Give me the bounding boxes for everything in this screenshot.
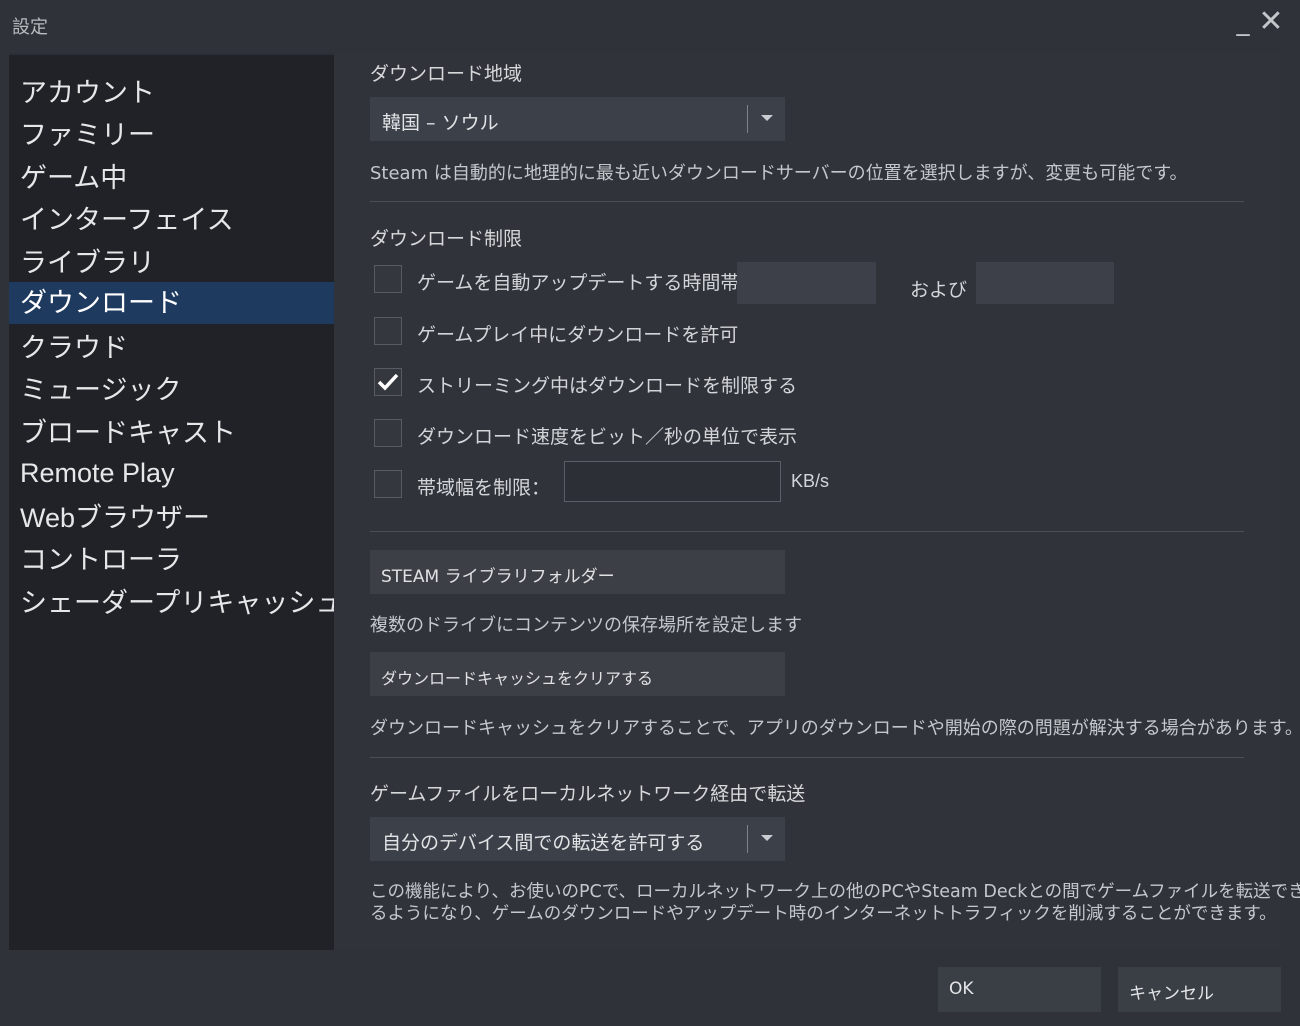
allow-during-gameplay-label: ゲームプレイ中にダウンロードを許可 bbox=[417, 324, 739, 346]
local-transfer-value: 自分のデバイス間での転送を許可する bbox=[382, 832, 705, 854]
download-region-description: Steam は自動的に地理的に最も近いダウンロードサーバーの位置を選択しますが、… bbox=[370, 163, 1188, 184]
limit-bandwidth-label: 帯域幅を制限： bbox=[417, 477, 551, 499]
auto-update-label: ゲームを自動アップデートする時間帯： bbox=[417, 272, 759, 294]
title-bar: 設定 _ ✕ bbox=[0, 0, 1300, 48]
dropdown-separator bbox=[747, 825, 748, 853]
local-transfer-description-line2: るようになり、ゲームのダウンロードやアップデート時のインターネットトラフィックを… bbox=[370, 904, 1277, 924]
cancel-button[interactable]: キャンセル bbox=[1118, 967, 1281, 1012]
section-divider bbox=[370, 757, 1244, 758]
clear-download-cache-label: ダウンロードキャッシュをクリアする bbox=[381, 669, 654, 688]
sidebar-item-broadcast[interactable]: ブロードキャスト bbox=[9, 412, 334, 454]
sidebar-item-controller[interactable]: コントローラ bbox=[9, 539, 334, 581]
settings-sidebar: アカウント ファミリー ゲーム中 インターフェイス ライブラリ ダウンロード ク… bbox=[9, 53, 342, 950]
window-title: 設定 bbox=[12, 17, 48, 38]
ok-button[interactable]: OK bbox=[938, 967, 1101, 1012]
sidebar-item-account[interactable]: アカウント bbox=[9, 72, 334, 114]
sidebar-item-family[interactable]: ファミリー bbox=[9, 114, 334, 156]
throttle-streaming-checkbox[interactable] bbox=[374, 368, 402, 396]
and-label: および bbox=[910, 279, 968, 301]
sidebar-item-library[interactable]: ライブラリ bbox=[9, 242, 334, 284]
bandwidth-input[interactable] bbox=[564, 461, 781, 502]
sidebar-item-cloud[interactable]: クラウド bbox=[9, 327, 334, 369]
clear-cache-description: ダウンロードキャッシュをクリアすることで、アプリのダウンロードや開始の際の問題が… bbox=[370, 718, 1300, 739]
auto-update-end-input[interactable] bbox=[976, 262, 1114, 304]
sidebar-item-interface[interactable]: インターフェイス bbox=[9, 199, 334, 241]
auto-update-window-option[interactable]: ゲームを自動アップデートする時間帯： bbox=[374, 265, 758, 295]
throttle-streaming-label: ストリーミング中はダウンロードを制限する bbox=[417, 375, 798, 397]
section-divider bbox=[370, 531, 1244, 532]
steam-library-folders-button[interactable]: STEAM ライブラリフォルダー bbox=[370, 550, 785, 594]
auto-update-start-input[interactable] bbox=[737, 262, 876, 304]
allow-during-gameplay-checkbox[interactable] bbox=[374, 317, 402, 345]
downloads-panel: ダウンロード地域 韓国 – ソウル Steam は自動的に地理的に最も近いダウン… bbox=[334, 53, 1300, 950]
checkmark-icon bbox=[377, 373, 399, 391]
sidebar-item-web-browser[interactable]: Webブラウザー bbox=[9, 497, 334, 539]
show-bits-label: ダウンロード速度をビット／秒の単位で表示 bbox=[417, 426, 798, 448]
throttle-streaming-option[interactable]: ストリーミング中はダウンロードを制限する bbox=[374, 368, 797, 398]
download-region-value: 韓国 – ソウル bbox=[382, 112, 499, 134]
ok-label: OK bbox=[949, 979, 974, 999]
library-folders-description: 複数のドライブにコンテンツの保存場所を設定します bbox=[370, 615, 802, 636]
panel-background bbox=[334, 53, 1281, 950]
section-divider bbox=[370, 201, 1244, 202]
sidebar-item-in-game[interactable]: ゲーム中 bbox=[9, 157, 334, 199]
steam-library-folders-label: STEAM ライブラリフォルダー bbox=[381, 567, 615, 587]
chevron-down-icon bbox=[761, 835, 773, 841]
download-region-dropdown[interactable]: 韓国 – ソウル bbox=[370, 97, 785, 141]
download-limits-title: ダウンロード制限 bbox=[370, 228, 523, 250]
allow-download-during-gameplay-option[interactable]: ゲームプレイ中にダウンロードを許可 bbox=[374, 317, 738, 347]
limit-bandwidth-checkbox[interactable] bbox=[374, 470, 402, 498]
limit-bandwidth-option[interactable]: 帯域幅を制限： bbox=[374, 470, 554, 500]
cancel-label: キャンセル bbox=[1129, 984, 1214, 1004]
close-button[interactable]: ✕ bbox=[1258, 6, 1284, 38]
sidebar-item-shader-precache[interactable]: シェーダープリキャッシュ bbox=[9, 582, 342, 624]
show-bits-checkbox[interactable] bbox=[374, 419, 402, 447]
local-transfer-dropdown[interactable]: 自分のデバイス間での転送を許可する bbox=[370, 817, 785, 861]
minimize-button[interactable]: _ bbox=[1230, 6, 1256, 38]
show-bits-option[interactable]: ダウンロード速度をビット／秒の単位で表示 bbox=[374, 419, 797, 449]
bandwidth-unit-label: KB/s bbox=[791, 471, 830, 491]
sidebar-item-music[interactable]: ミュージック bbox=[9, 369, 334, 411]
local-transfer-title: ゲームファイルをローカルネットワーク経由で転送 bbox=[370, 783, 806, 805]
auto-update-checkbox[interactable] bbox=[374, 265, 402, 293]
chevron-down-icon bbox=[761, 115, 773, 121]
clear-download-cache-button[interactable]: ダウンロードキャッシュをクリアする bbox=[370, 652, 785, 696]
download-region-title: ダウンロード地域 bbox=[370, 63, 523, 85]
sidebar-item-remote-play[interactable]: Remote Play bbox=[9, 452, 334, 494]
sidebar-item-downloads[interactable]: ダウンロード bbox=[9, 282, 334, 324]
dropdown-separator bbox=[747, 105, 748, 133]
